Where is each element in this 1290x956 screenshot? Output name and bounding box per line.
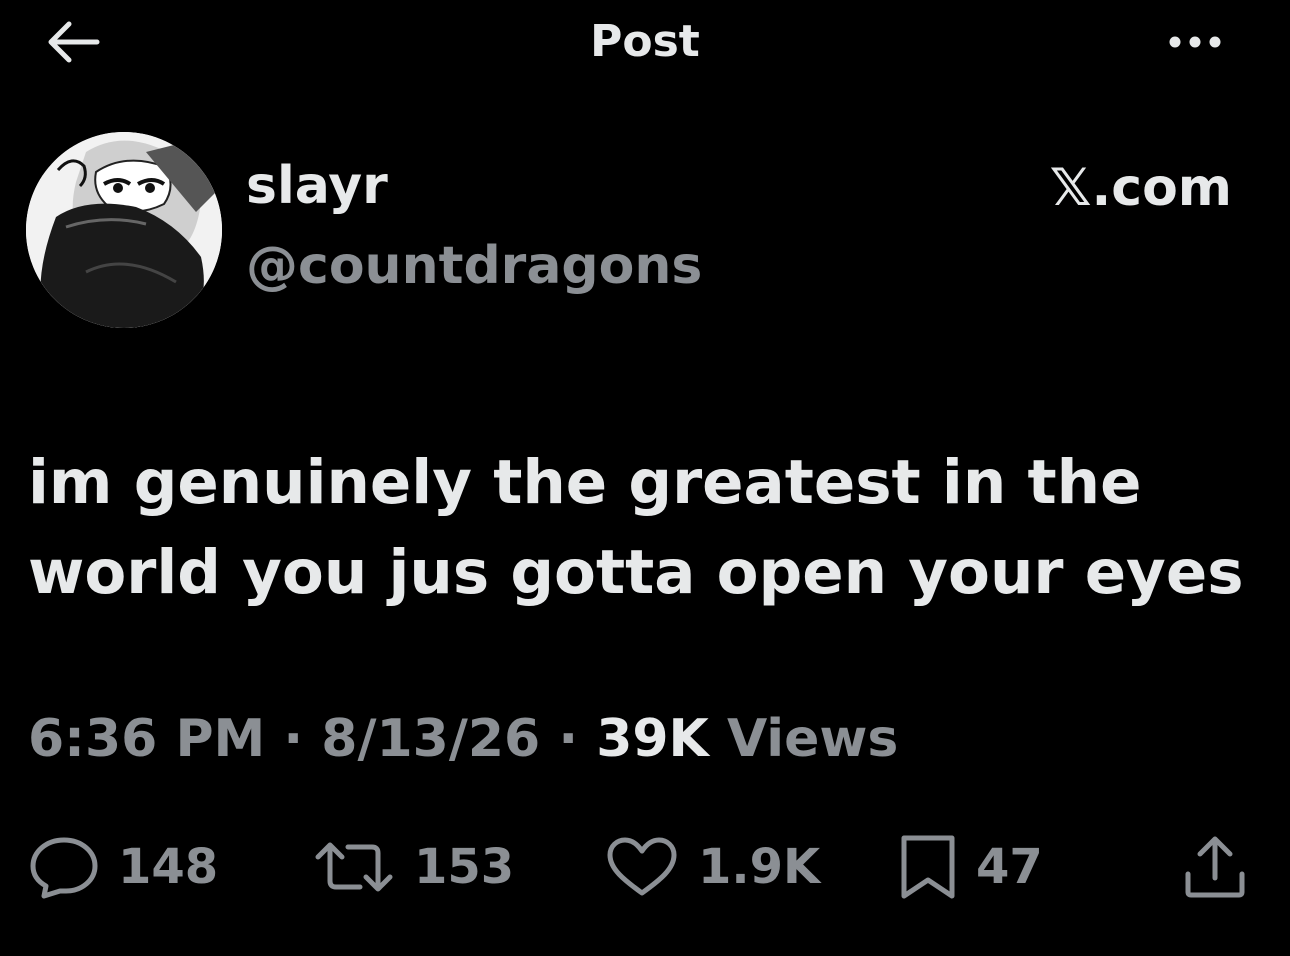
repost-icon: [312, 837, 396, 897]
post-text: im genuinely the greatest in the world y…: [28, 447, 1244, 608]
post-meta: 6:36 PM · 8/13/26 · 39K Views: [28, 704, 898, 774]
author-handle[interactable]: @countdragons: [246, 232, 702, 300]
bookmark-button[interactable]: 47: [898, 832, 1043, 902]
like-count: 1.9K: [698, 839, 821, 895]
reply-button[interactable]: 148: [28, 832, 218, 902]
share-icon: [1180, 834, 1250, 900]
share-button[interactable]: [1180, 832, 1250, 902]
meta-separator: ·: [558, 709, 579, 769]
heart-icon: [604, 835, 680, 899]
action-bar: 148 153 1.9K 47: [0, 832, 1290, 902]
avatar[interactable]: [26, 132, 222, 328]
views-count: 39K: [596, 709, 709, 769]
reply-icon: [28, 835, 100, 899]
reply-count: 148: [118, 839, 219, 895]
like-button[interactable]: 1.9K: [604, 832, 820, 902]
page-title: Post: [590, 16, 700, 67]
author-display-name[interactable]: slayr: [246, 152, 388, 220]
views-label: Views: [726, 709, 899, 769]
bookmark-icon: [898, 834, 958, 900]
source-label: 𝕏.com: [1049, 158, 1232, 218]
post-date: 8/13/26: [321, 709, 541, 769]
repost-button[interactable]: 153: [312, 832, 514, 902]
more-horizontal-icon: [1165, 34, 1225, 50]
bookmark-count: 47: [976, 839, 1043, 895]
meta-separator: ·: [283, 709, 304, 769]
post-time: 6:36 PM: [28, 709, 266, 769]
avatar-image: [26, 132, 222, 328]
repost-count: 153: [414, 839, 515, 895]
more-options-button[interactable]: [1160, 22, 1230, 62]
